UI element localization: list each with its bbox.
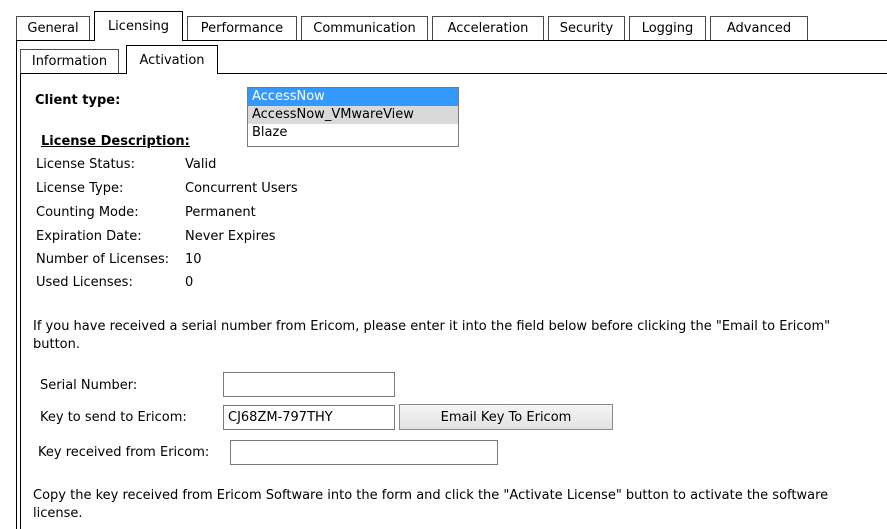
client-type-option[interactable]: AccessNow_VMwareView xyxy=(248,106,458,124)
serial-instructions: If you have received a serial number fro… xyxy=(33,319,831,352)
expiration-date-label: Expiration Date: xyxy=(36,229,142,244)
subtab-label: Information xyxy=(31,54,108,69)
tab-acceleration[interactable]: Acceleration xyxy=(432,16,544,40)
tab-label: General xyxy=(27,21,79,36)
client-type-option[interactable]: AccessNow xyxy=(248,88,458,106)
client-type-label: Client type: xyxy=(35,93,121,108)
tab-communication[interactable]: Communication xyxy=(301,16,428,40)
counting-mode-label: Counting Mode: xyxy=(36,205,139,220)
license-type-value: Concurrent Users xyxy=(185,181,298,196)
activation-instructions: Copy the key received from Ericom Softwa… xyxy=(33,488,829,521)
license-status-value: Valid xyxy=(185,157,217,172)
used-licenses-value: 0 xyxy=(185,275,194,290)
key-to-send-input[interactable]: CJ68ZM-797THY xyxy=(223,405,395,430)
counting-mode-value: Permanent xyxy=(185,205,256,220)
tab-logging[interactable]: Logging xyxy=(629,16,706,40)
client-type-option[interactable]: Blaze xyxy=(248,124,458,142)
key-received-label: Key received from Ericom: xyxy=(38,445,210,460)
tab-advanced[interactable]: Advanced xyxy=(710,16,808,40)
serial-number-input[interactable] xyxy=(223,372,395,397)
tab-label: Acceleration xyxy=(447,21,529,36)
key-received-input[interactable] xyxy=(230,440,498,465)
tab-general[interactable]: General xyxy=(16,16,90,40)
tab-security[interactable]: Security xyxy=(548,16,625,40)
number-of-licenses-value: 10 xyxy=(185,252,202,267)
expiration-date-value: Never Expires xyxy=(185,229,276,244)
license-description-heading: License Description: xyxy=(41,134,190,149)
subtab-activation[interactable]: Activation xyxy=(126,45,218,74)
number-of-licenses-label: Number of Licenses: xyxy=(36,252,170,267)
tab-label: Performance xyxy=(200,21,284,36)
tab-label: Communication xyxy=(313,21,416,36)
client-type-listbox[interactable]: AccessNow AccessNow_VMwareView Blaze xyxy=(247,87,459,147)
license-status-label: License Status: xyxy=(36,157,135,172)
tab-licensing[interactable]: Licensing xyxy=(94,11,183,41)
tab-label: Advanced xyxy=(726,21,792,36)
tab-label: Security xyxy=(559,21,614,36)
serial-number-label: Serial Number: xyxy=(40,378,138,393)
license-type-label: License Type: xyxy=(36,181,124,196)
tab-performance[interactable]: Performance xyxy=(187,16,297,40)
used-licenses-label: Used Licenses: xyxy=(36,275,133,290)
subtab-information[interactable]: Information xyxy=(20,49,119,73)
email-key-button[interactable]: Email Key To Ericom xyxy=(399,404,613,430)
tab-label: Logging xyxy=(641,21,694,36)
tab-label: Licensing xyxy=(107,19,170,34)
subtab-label: Activation xyxy=(139,52,205,68)
key-to-send-label: Key to send to Ericom: xyxy=(40,410,187,425)
